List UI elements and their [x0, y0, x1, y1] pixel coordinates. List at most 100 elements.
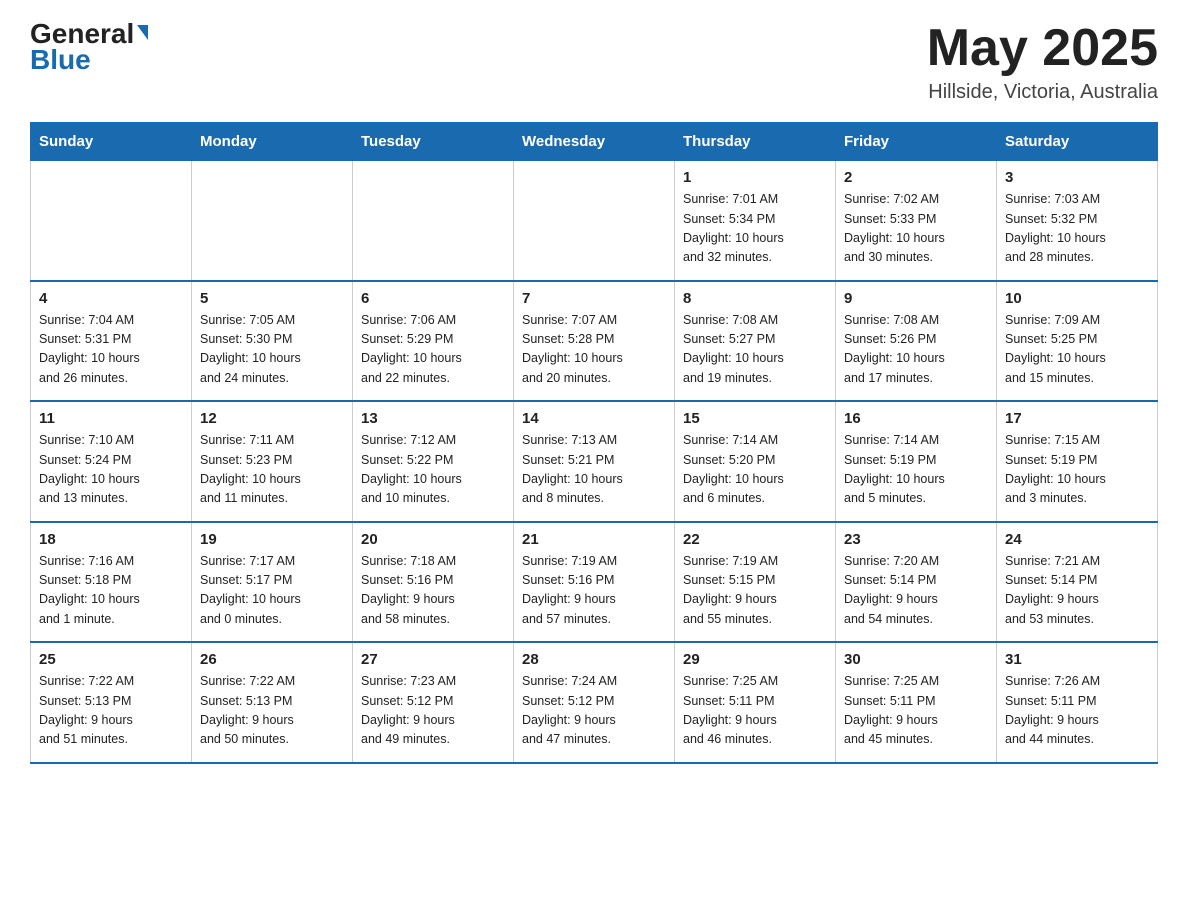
day-info: Sunrise: 7:25 AMSunset: 5:11 PMDaylight:… — [683, 672, 827, 750]
day-info: Sunrise: 7:26 AMSunset: 5:11 PMDaylight:… — [1005, 672, 1149, 750]
week-row-5: 25 Sunrise: 7:22 AMSunset: 5:13 PMDayligh… — [31, 642, 1158, 763]
calendar-cell: 14Sunrise: 7:13 AMSunset: 5:21 PMDayligh… — [514, 401, 675, 522]
calendar-cell: 12 Sunrise: 7:11 AMSunset: 5:23 PMDayligh… — [192, 401, 353, 522]
day-number: 31 — [1005, 651, 1149, 668]
calendar-location: Hillside, Victoria, Australia — [927, 81, 1158, 104]
calendar-cell: 9Sunrise: 7:08 AMSunset: 5:26 PMDaylight… — [836, 281, 997, 402]
day-info: Sunrise: 7:14 AMSunset: 5:19 PMDaylight:… — [844, 431, 988, 509]
calendar-table: SundayMondayTuesdayWednesdayThursdayFrid… — [30, 122, 1158, 764]
weekday-header-row: SundayMondayTuesdayWednesdayThursdayFrid… — [31, 123, 1158, 161]
day-info: Sunrise: 7:12 AMSunset: 5:22 PMDaylight:… — [361, 431, 505, 509]
weekday-header-thursday: Thursday — [675, 123, 836, 161]
day-info: Sunrise: 7:02 AMSunset: 5:33 PMDaylight:… — [844, 190, 988, 268]
calendar-cell: 30 Sunrise: 7:25 AMSunset: 5:11 PMDayligh… — [836, 642, 997, 763]
day-info: Sunrise: 7:11 AMSunset: 5:23 PMDaylight:… — [200, 431, 344, 509]
day-info: Sunrise: 7:22 AMSunset: 5:13 PMDaylight:… — [39, 672, 183, 750]
day-number: 11 — [39, 410, 183, 427]
day-number: 12 — [200, 410, 344, 427]
logo-blue-text: Blue — [30, 46, 148, 74]
day-number: 26 — [200, 651, 344, 668]
weekday-header-sunday: Sunday — [31, 123, 192, 161]
week-row-1: 1 Sunrise: 7:01 AMSunset: 5:34 PMDaylight… — [31, 161, 1158, 281]
weekday-header-saturday: Saturday — [997, 123, 1158, 161]
day-info: Sunrise: 7:14 AMSunset: 5:20 PMDaylight:… — [683, 431, 827, 509]
day-info: Sunrise: 7:10 AMSunset: 5:24 PMDaylight:… — [39, 431, 183, 509]
calendar-cell: 6 Sunrise: 7:06 AMSunset: 5:29 PMDaylight… — [353, 281, 514, 402]
day-info: Sunrise: 7:23 AMSunset: 5:12 PMDaylight:… — [361, 672, 505, 750]
day-number: 4 — [39, 290, 183, 307]
day-number: 22 — [683, 531, 827, 548]
calendar-cell: 11 Sunrise: 7:10 AMSunset: 5:24 PMDayligh… — [31, 401, 192, 522]
week-row-2: 4 Sunrise: 7:04 AMSunset: 5:31 PMDaylight… — [31, 281, 1158, 402]
calendar-cell: 23Sunrise: 7:20 AMSunset: 5:14 PMDayligh… — [836, 522, 997, 643]
calendar-cell: 18 Sunrise: 7:16 AMSunset: 5:18 PMDayligh… — [31, 522, 192, 643]
calendar-cell: 31 Sunrise: 7:26 AMSunset: 5:11 PMDayligh… — [997, 642, 1158, 763]
calendar-cell: 16 Sunrise: 7:14 AMSunset: 5:19 PMDayligh… — [836, 401, 997, 522]
day-info: Sunrise: 7:17 AMSunset: 5:17 PMDaylight:… — [200, 552, 344, 630]
day-number: 3 — [1005, 169, 1149, 186]
calendar-cell: 20 Sunrise: 7:18 AMSunset: 5:16 PMDayligh… — [353, 522, 514, 643]
calendar-cell: 2 Sunrise: 7:02 AMSunset: 5:33 PMDaylight… — [836, 161, 997, 281]
day-number: 16 — [844, 410, 988, 427]
calendar-cell: 19 Sunrise: 7:17 AMSunset: 5:17 PMDayligh… — [192, 522, 353, 643]
day-number: 10 — [1005, 290, 1149, 307]
day-number: 18 — [39, 531, 183, 548]
calendar-cell: 1 Sunrise: 7:01 AMSunset: 5:34 PMDaylight… — [675, 161, 836, 281]
day-info: Sunrise: 7:01 AMSunset: 5:34 PMDaylight:… — [683, 190, 827, 268]
day-number: 15 — [683, 410, 827, 427]
calendar-cell: 17 Sunrise: 7:15 AMSunset: 5:19 PMDayligh… — [997, 401, 1158, 522]
day-info: Sunrise: 7:15 AMSunset: 5:19 PMDaylight:… — [1005, 431, 1149, 509]
weekday-header-friday: Friday — [836, 123, 997, 161]
logo-triangle-icon — [137, 25, 148, 40]
day-number: 30 — [844, 651, 988, 668]
logo: General Blue — [30, 20, 148, 74]
calendar-cell: 29 Sunrise: 7:25 AMSunset: 5:11 PMDayligh… — [675, 642, 836, 763]
day-number: 6 — [361, 290, 505, 307]
day-number: 25 — [39, 651, 183, 668]
calendar-title: May 2025 — [927, 20, 1158, 77]
day-number: 20 — [361, 531, 505, 548]
title-block: May 2025 Hillside, Victoria, Australia — [927, 20, 1158, 104]
calendar-cell: 27Sunrise: 7:23 AMSunset: 5:12 PMDayligh… — [353, 642, 514, 763]
day-info: Sunrise: 7:25 AMSunset: 5:11 PMDaylight:… — [844, 672, 988, 750]
day-info: Sunrise: 7:18 AMSunset: 5:16 PMDaylight:… — [361, 552, 505, 630]
calendar-cell: 26 Sunrise: 7:22 AMSunset: 5:13 PMDayligh… — [192, 642, 353, 763]
day-number: 1 — [683, 169, 827, 186]
day-info: Sunrise: 7:22 AMSunset: 5:13 PMDaylight:… — [200, 672, 344, 750]
calendar-cell: 8Sunrise: 7:08 AMSunset: 5:27 PMDaylight… — [675, 281, 836, 402]
day-number: 29 — [683, 651, 827, 668]
calendar-cell: 4 Sunrise: 7:04 AMSunset: 5:31 PMDaylight… — [31, 281, 192, 402]
day-info: Sunrise: 7:16 AMSunset: 5:18 PMDaylight:… — [39, 552, 183, 630]
day-info: Sunrise: 7:08 AMSunset: 5:26 PMDaylight:… — [844, 311, 988, 389]
day-info: Sunrise: 7:13 AMSunset: 5:21 PMDaylight:… — [522, 431, 666, 509]
calendar-cell: 5Sunrise: 7:05 AMSunset: 5:30 PMDaylight… — [192, 281, 353, 402]
day-number: 23 — [844, 531, 988, 548]
day-info: Sunrise: 7:05 AMSunset: 5:30 PMDaylight:… — [200, 311, 344, 389]
day-info: Sunrise: 7:19 AMSunset: 5:16 PMDaylight:… — [522, 552, 666, 630]
day-info: Sunrise: 7:21 AMSunset: 5:14 PMDaylight:… — [1005, 552, 1149, 630]
page-header: General Blue May 2025 Hillside, Victoria… — [30, 20, 1158, 104]
day-number: 2 — [844, 169, 988, 186]
calendar-cell: 15 Sunrise: 7:14 AMSunset: 5:20 PMDayligh… — [675, 401, 836, 522]
day-number: 7 — [522, 290, 666, 307]
day-number: 19 — [200, 531, 344, 548]
calendar-cell: 25 Sunrise: 7:22 AMSunset: 5:13 PMDayligh… — [31, 642, 192, 763]
day-number: 17 — [1005, 410, 1149, 427]
calendar-cell — [192, 161, 353, 281]
weekday-header-wednesday: Wednesday — [514, 123, 675, 161]
day-info: Sunrise: 7:19 AMSunset: 5:15 PMDaylight:… — [683, 552, 827, 630]
calendar-cell: 10Sunrise: 7:09 AMSunset: 5:25 PMDayligh… — [997, 281, 1158, 402]
calendar-cell: 13 Sunrise: 7:12 AMSunset: 5:22 PMDayligh… — [353, 401, 514, 522]
day-info: Sunrise: 7:06 AMSunset: 5:29 PMDaylight:… — [361, 311, 505, 389]
day-number: 24 — [1005, 531, 1149, 548]
day-number: 21 — [522, 531, 666, 548]
calendar-cell — [514, 161, 675, 281]
day-number: 13 — [361, 410, 505, 427]
calendar-cell: 28Sunrise: 7:24 AMSunset: 5:12 PMDayligh… — [514, 642, 675, 763]
calendar-cell — [353, 161, 514, 281]
calendar-cell: 3 Sunrise: 7:03 AMSunset: 5:32 PMDaylight… — [997, 161, 1158, 281]
week-row-3: 11 Sunrise: 7:10 AMSunset: 5:24 PMDayligh… — [31, 401, 1158, 522]
calendar-cell: 7Sunrise: 7:07 AMSunset: 5:28 PMDaylight… — [514, 281, 675, 402]
day-info: Sunrise: 7:04 AMSunset: 5:31 PMDaylight:… — [39, 311, 183, 389]
day-info: Sunrise: 7:03 AMSunset: 5:32 PMDaylight:… — [1005, 190, 1149, 268]
